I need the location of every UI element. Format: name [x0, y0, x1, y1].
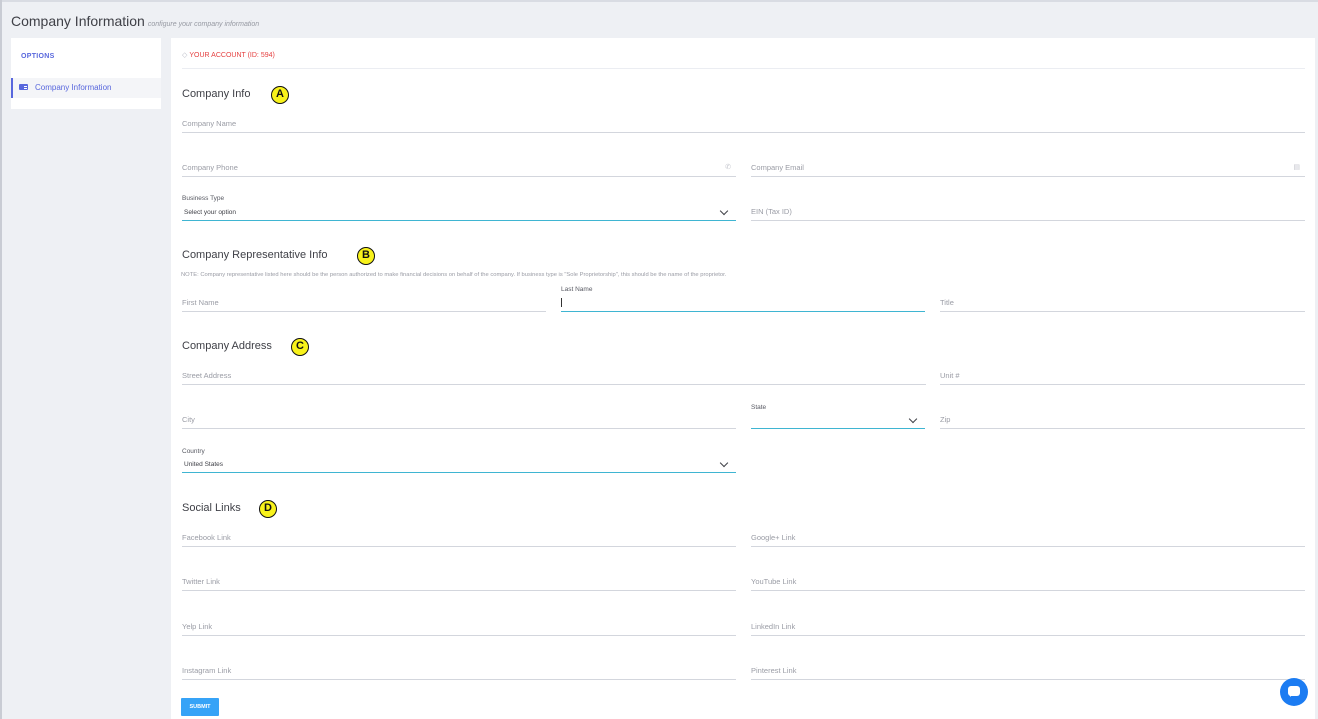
ein-placeholder: EIN (Tax ID): [751, 207, 792, 216]
state-label: State: [751, 404, 767, 411]
last-name-field[interactable]: [561, 290, 925, 312]
city-placeholder: City: [182, 415, 195, 424]
submit-button[interactable]: SUBMIT: [181, 698, 219, 716]
representative-note: NOTE: Company representative listed here…: [181, 272, 727, 278]
account-id-text: YOUR ACCOUNT (ID: 594): [189, 52, 275, 59]
ein-field[interactable]: EIN (Tax ID): [751, 199, 1305, 221]
sidebar-heading: OPTIONS: [21, 53, 55, 60]
instagram-link-placeholder: Instagram Link: [182, 666, 232, 675]
street-address-placeholder: Street Address: [182, 371, 232, 380]
chevron-down-icon: [908, 414, 918, 424]
chat-bubble-icon: [1288, 686, 1300, 697]
linkedin-link-placeholder: LinkedIn Link: [751, 622, 796, 631]
section-title-address: Company Address: [182, 340, 272, 352]
twitter-link-field[interactable]: Twitter Link: [182, 569, 736, 591]
pinterest-link-placeholder: Pinterest Link: [751, 666, 797, 675]
section-title-representative: Company Representative Info: [182, 249, 328, 261]
instagram-link-field[interactable]: Instagram Link: [182, 658, 736, 680]
account-label: ◇ YOUR ACCOUNT (ID: 594): [182, 51, 275, 59]
marker-c: C: [291, 338, 309, 356]
left-border: [0, 0, 2, 719]
marker-b: B: [357, 247, 375, 265]
company-name-field[interactable]: Company Name: [182, 111, 1305, 133]
twitter-link-placeholder: Twitter Link: [182, 577, 220, 586]
email-icon: ▤: [1293, 164, 1300, 171]
company-phone-field[interactable]: Company Phone ✆: [182, 155, 736, 177]
page-title: Company Information configure your compan…: [11, 13, 259, 31]
sidebar-item-company-information[interactable]: Company Information: [11, 78, 161, 98]
youtube-link-placeholder: YouTube Link: [751, 577, 797, 586]
section-title-social: Social Links: [182, 502, 241, 514]
text-cursor: [561, 298, 562, 307]
country-value: United States: [184, 461, 224, 468]
country-select[interactable]: United States: [182, 458, 736, 473]
top-border: [0, 0, 1318, 2]
section-title-company-info: Company Info: [182, 88, 251, 100]
yelp-link-placeholder: Yelp Link: [182, 622, 213, 631]
pinterest-link-field[interactable]: Pinterest Link: [751, 658, 1305, 680]
main-panel: ◇ YOUR ACCOUNT (ID: 594) Company Info A C…: [171, 38, 1315, 719]
title-placeholder: Title: [940, 298, 954, 307]
first-name-field[interactable]: First Name: [182, 290, 546, 312]
unit-field[interactable]: Unit #: [940, 363, 1305, 385]
chevron-down-icon: [719, 206, 729, 216]
company-email-field[interactable]: Company Email ▤: [751, 155, 1305, 177]
chevron-down-icon: [719, 458, 729, 468]
company-email-placeholder: Company Email: [751, 163, 804, 172]
sidebar: OPTIONS Company Information: [11, 38, 161, 109]
page-title-text: Company Information: [11, 13, 145, 29]
marker-d: D: [259, 500, 277, 518]
divider: [182, 68, 1305, 69]
id-card-icon: [19, 84, 28, 90]
business-type-select[interactable]: Select your option: [182, 206, 736, 221]
country-label: Country: [182, 448, 205, 455]
state-select[interactable]: [751, 414, 925, 429]
street-address-field[interactable]: Street Address: [182, 363, 926, 385]
yelp-link-field[interactable]: Yelp Link: [182, 614, 736, 636]
facebook-link-field[interactable]: Facebook Link: [182, 525, 736, 547]
linkedin-link-field[interactable]: LinkedIn Link: [751, 614, 1305, 636]
company-name-placeholder: Company Name: [182, 119, 237, 128]
business-type-value: Select your option: [184, 209, 237, 216]
first-name-placeholder: First Name: [182, 298, 219, 307]
zip-field[interactable]: Zip: [940, 407, 1305, 429]
title-field[interactable]: Title: [940, 290, 1305, 312]
googleplus-link-field[interactable]: Google+ Link: [751, 525, 1305, 547]
chat-button[interactable]: [1280, 678, 1308, 706]
zip-placeholder: Zip: [940, 415, 951, 424]
page-subtitle: configure your company information: [147, 21, 260, 28]
facebook-link-placeholder: Facebook Link: [182, 533, 231, 542]
unit-placeholder: Unit #: [940, 371, 960, 380]
sidebar-item-label: Company Information: [35, 83, 112, 92]
youtube-link-field[interactable]: YouTube Link: [751, 569, 1305, 591]
company-phone-placeholder: Company Phone: [182, 163, 238, 172]
city-field[interactable]: City: [182, 407, 736, 429]
phone-icon: ✆: [725, 164, 731, 171]
marker-a: A: [271, 86, 289, 104]
tag-icon: ◇: [182, 52, 188, 59]
googleplus-link-placeholder: Google+ Link: [751, 533, 796, 542]
business-type-label: Business Type: [182, 195, 225, 202]
